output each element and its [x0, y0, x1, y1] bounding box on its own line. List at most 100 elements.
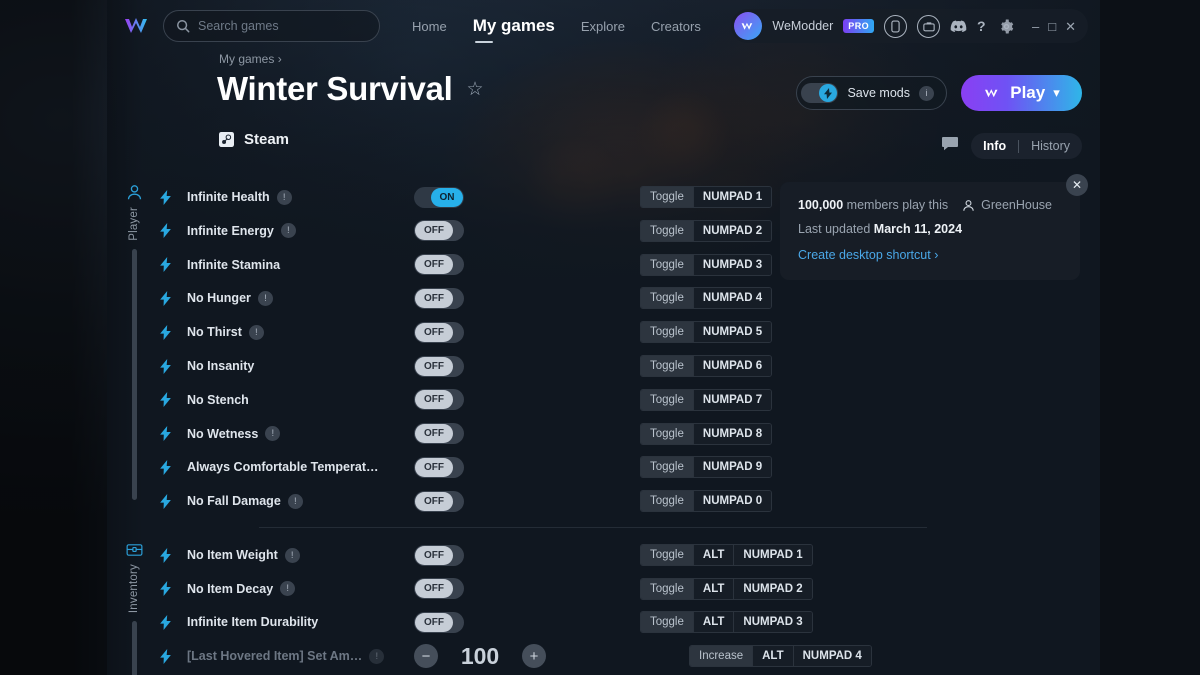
toggle-state-label: OFF [415, 457, 453, 477]
gear-icon[interactable] [999, 18, 1014, 34]
hotkey-key[interactable]: ALT [692, 545, 734, 565]
close-icon[interactable]: ✕ [1066, 174, 1088, 196]
wemod-logo-icon[interactable] [123, 14, 153, 38]
cheat-name: No Insanity [187, 359, 255, 373]
phone-icon[interactable] [884, 14, 907, 38]
breadcrumb-my-games[interactable]: My games [219, 52, 274, 66]
hotkey-action[interactable]: Toggle [641, 356, 693, 376]
hotkey-action[interactable]: Toggle [641, 491, 693, 512]
create-desktop-shortcut-link[interactable]: Create desktop shortcut › [798, 248, 1062, 262]
info-icon[interactable]: ! [287, 493, 303, 509]
info-icon[interactable]: ! [369, 648, 385, 664]
hotkey-group: Toggle NUMPAD 1 [640, 186, 773, 208]
hotkey-key[interactable]: NUMPAD 4 [692, 288, 772, 309]
info-history-bar: Info History [941, 133, 1082, 159]
hotkey-action[interactable]: Toggle [641, 423, 693, 444]
cheat-toggle[interactable]: OFF [414, 578, 464, 599]
tab-history[interactable]: History [1019, 139, 1082, 153]
close-button[interactable]: ✕ [1065, 20, 1076, 33]
hotkey-action[interactable]: Toggle [641, 288, 693, 309]
bolt-icon [159, 581, 173, 596]
help-icon[interactable]: ? [977, 19, 989, 34]
hotkey-action[interactable]: Toggle [641, 457, 693, 478]
hotkey-action[interactable]: Toggle [641, 612, 693, 632]
cheat-toggle[interactable]: OFF [414, 456, 464, 478]
hotkey-action[interactable]: Toggle [641, 389, 693, 410]
cheat-toggle[interactable]: OFF [414, 389, 464, 411]
cheat-toggle[interactable]: OFF [414, 544, 464, 566]
info-icon[interactable]: ! [284, 547, 300, 563]
star-icon[interactable]: ☆ [466, 78, 483, 101]
increase-button[interactable]: + [522, 644, 546, 668]
hotkey-key[interactable]: NUMPAD 9 [692, 457, 772, 478]
briefcase-icon[interactable] [917, 14, 940, 38]
save-mods-toggle[interactable]: Save mods i [796, 76, 947, 110]
maximize-button[interactable]: □ [1048, 20, 1056, 33]
nav-item-explore[interactable]: Explore [581, 19, 625, 34]
play-chevron-down-icon[interactable]: ▾ [1053, 85, 1060, 101]
info-icon[interactable]: ! [276, 189, 292, 205]
info-icon[interactable]: ! [257, 290, 273, 306]
cheat-toggle[interactable]: OFF [414, 611, 464, 633]
author-name[interactable]: GreenHouse [981, 198, 1052, 212]
hotkey-key[interactable]: NUMPAD 0 [692, 491, 772, 512]
hotkey-action[interactable]: Toggle [641, 254, 693, 275]
hotkey-key[interactable]: NUMPAD 8 [692, 423, 772, 444]
hotkey-key[interactable]: NUMPAD 1 [692, 187, 772, 207]
hotkey-group: Toggle NUMPAD 2 [640, 219, 773, 242]
hotkey-action[interactable]: Toggle [641, 322, 693, 343]
cheat-toggle[interactable]: OFF [414, 355, 464, 377]
chat-icon[interactable] [941, 136, 961, 156]
bolt-icon [159, 189, 173, 205]
hotkey-key[interactable]: NUMPAD 1 [733, 545, 812, 565]
hotkey-key[interactable]: NUMPAD 5 [692, 322, 772, 343]
hotkey-key[interactable]: NUMPAD 3 [692, 254, 772, 275]
breadcrumb[interactable]: My games › [219, 52, 282, 66]
search-input[interactable]: Search games [163, 10, 380, 42]
info-icon[interactable]: ! [265, 426, 281, 442]
hotkey-key[interactable]: NUMPAD 7 [692, 389, 772, 410]
nav-item-home[interactable]: Home [412, 19, 447, 34]
minimize-button[interactable]: – [1032, 20, 1039, 33]
cheat-toggle[interactable]: OFF [414, 220, 464, 242]
cheat-toggle[interactable]: OFF [414, 321, 464, 343]
svg-text:?: ? [977, 19, 986, 34]
hotkey-action[interactable]: Toggle [641, 220, 693, 241]
info-icon[interactable]: ! [280, 223, 296, 239]
table-row: No Thirst ! OFF Toggle NUMPAD 5 [159, 315, 1100, 349]
hotkey-key[interactable]: NUMPAD 4 [792, 646, 871, 666]
info-icon[interactable]: ! [248, 324, 264, 340]
members-count: 100,000 [798, 198, 844, 212]
discord-icon[interactable] [950, 20, 967, 33]
hotkey-action[interactable]: Toggle [641, 187, 693, 207]
save-mods-info-icon[interactable]: i [919, 85, 934, 101]
nav-item-my-games[interactable]: My games [473, 16, 555, 43]
hotkey-key[interactable]: NUMPAD 2 [692, 220, 772, 241]
cheat-toggle[interactable]: OFF [414, 423, 464, 445]
cheat-toggle[interactable]: OFF [414, 490, 464, 512]
cheat-toggle[interactable]: OFF [414, 254, 464, 276]
save-mods-switch[interactable] [801, 83, 839, 103]
tab-info[interactable]: Info [971, 139, 1018, 153]
hotkey-key[interactable]: NUMPAD 6 [692, 356, 772, 376]
avatar[interactable] [734, 12, 763, 40]
hotkey-key[interactable]: NUMPAD 2 [733, 578, 812, 599]
play-logo-icon [983, 86, 1002, 101]
hotkey-action[interactable]: Increase [690, 646, 753, 666]
pro-badge: PRO [843, 19, 874, 33]
cheat-toggle[interactable]: ON [414, 186, 464, 208]
hotkey-key[interactable]: ALT [692, 612, 734, 632]
hotkey-key[interactable]: NUMPAD 3 [733, 612, 812, 632]
hotkey-action[interactable]: Toggle [641, 545, 693, 565]
play-button[interactable]: Play ▾ [961, 75, 1082, 111]
hotkey-key[interactable]: ALT [692, 578, 734, 599]
info-icon[interactable]: ! [280, 581, 296, 596]
play-label: Play [1010, 83, 1046, 102]
decrease-button[interactable]: − [414, 644, 438, 668]
nav-item-creators[interactable]: Creators [651, 19, 701, 34]
category-inventory[interactable]: Inventory [117, 542, 151, 675]
cheat-toggle[interactable]: OFF [414, 287, 464, 309]
hotkey-key[interactable]: ALT [752, 646, 793, 666]
hotkey-action[interactable]: Toggle [641, 578, 693, 599]
category-player[interactable]: Player [117, 184, 151, 500]
